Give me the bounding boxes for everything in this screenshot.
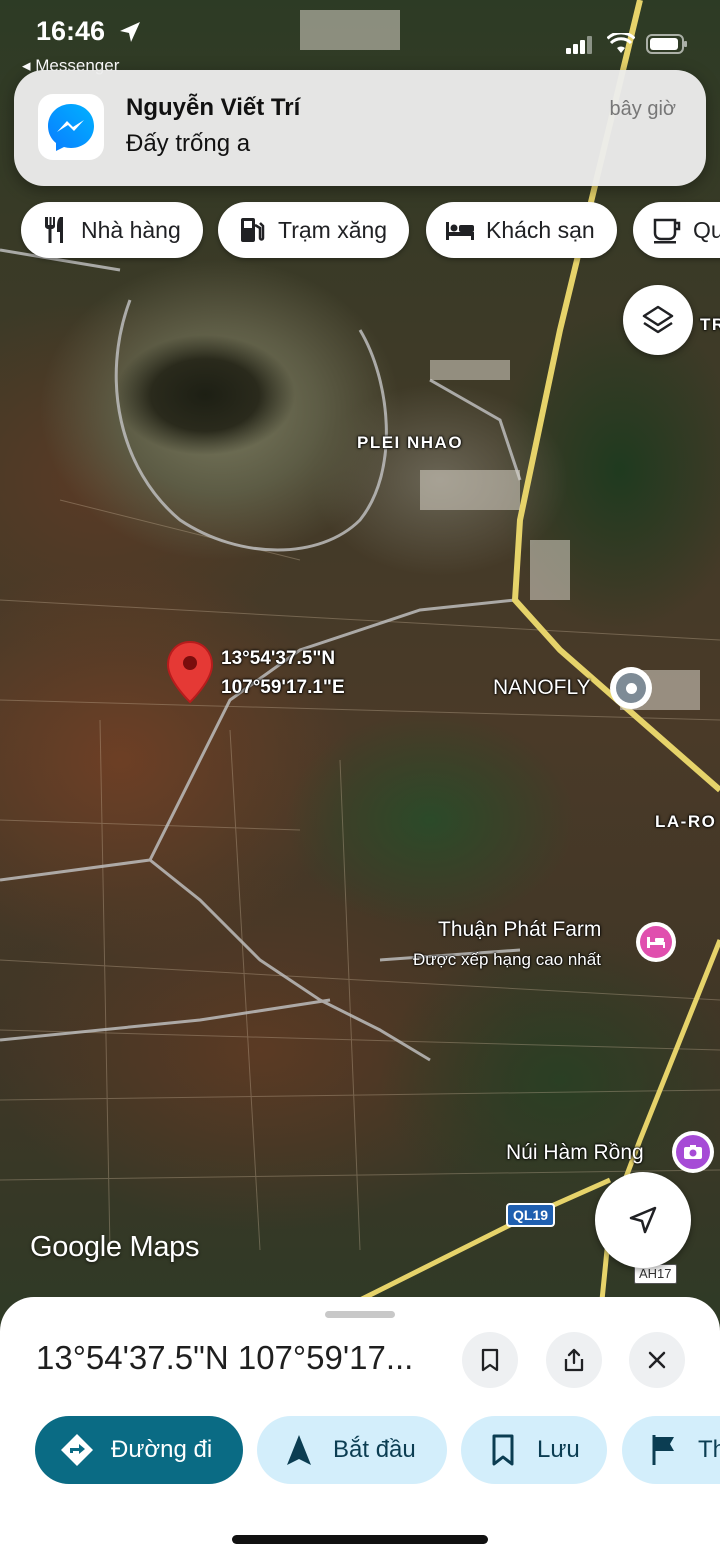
share-button[interactable] xyxy=(546,1332,602,1388)
bookmark-icon xyxy=(481,1348,499,1372)
navigation-icon xyxy=(287,1435,311,1465)
chip-label: Khách sạn xyxy=(486,216,595,243)
map-label-tr[interactable]: TR xyxy=(700,315,720,335)
messenger-icon xyxy=(38,94,104,160)
sheet-drag-handle[interactable] xyxy=(325,1311,395,1318)
directions-button[interactable]: Đường đi xyxy=(35,1416,243,1484)
directions-label: Đường đi xyxy=(111,1436,213,1463)
my-location-button[interactable] xyxy=(595,1172,691,1268)
battery-icon xyxy=(646,34,687,54)
layers-icon xyxy=(642,305,674,334)
save-place-button[interactable] xyxy=(462,1332,518,1388)
status-bar: 16:46 ◂ Messenger xyxy=(0,0,720,75)
google-maps-logo: Google Maps xyxy=(30,1231,200,1263)
chip-restaurants[interactable]: Nhà hàng xyxy=(21,202,203,258)
wifi-icon xyxy=(607,33,635,53)
save-label: Lưu xyxy=(537,1436,580,1463)
map-label-plei-nhao[interactable]: PLEI NHAO xyxy=(357,433,463,453)
start-button[interactable]: Bắt đầu xyxy=(257,1416,447,1484)
map-label-thuan-phat-rating: Được xếp hạng cao nhất xyxy=(413,950,601,969)
notification-message: Đấy trống a xyxy=(126,130,251,157)
messenger-notification[interactable]: Nguyễn Viết Trí Đấy trống a bây giờ xyxy=(14,70,706,186)
label-button[interactable]: Th xyxy=(622,1416,720,1484)
place-marker-icon[interactable] xyxy=(610,667,652,709)
layers-button[interactable] xyxy=(623,285,693,355)
chip-hotels[interactable]: Khách sạn xyxy=(426,202,617,258)
chip-label: Trạm xăng xyxy=(278,216,388,243)
start-label: Bắt đầu xyxy=(333,1436,416,1463)
location-arrow-icon xyxy=(120,22,140,42)
place-bottom-sheet[interactable]: 13°54'37.5"N 107°59'17... Đường đi Bắt đ… xyxy=(0,1297,720,1558)
coffee-icon xyxy=(653,218,681,244)
notification-time: bây giờ xyxy=(609,98,676,120)
map-label-thuan-phat-farm[interactable]: Thuận Phát Farm xyxy=(438,918,601,942)
map-label-la-ro[interactable]: LA-RO xyxy=(655,812,716,832)
close-button[interactable] xyxy=(629,1332,685,1388)
map-label-nui-ham-rong[interactable]: Núi Hàm Rồng xyxy=(506,1141,644,1165)
road-shield-ql19: QL19 xyxy=(506,1203,556,1227)
restaurant-icon xyxy=(45,217,63,243)
close-icon xyxy=(648,1351,666,1369)
attraction-marker-icon[interactable] xyxy=(672,1131,714,1173)
home-indicator[interactable] xyxy=(232,1535,488,1544)
chip-label: Qu xyxy=(693,216,720,243)
chip-coffee[interactable]: Qu xyxy=(633,202,720,258)
map-roads xyxy=(0,0,720,1320)
map-view[interactable]: PLEI NHAO TR LA-RO 13°54'37.5"N 107°59'1… xyxy=(0,0,720,1320)
status-time: 16:46 xyxy=(36,16,106,46)
hotel-icon xyxy=(446,222,474,240)
flag-icon xyxy=(652,1435,674,1465)
gas-station-icon xyxy=(241,218,265,242)
save-button[interactable]: Lưu xyxy=(461,1416,607,1484)
location-pin-icon[interactable] xyxy=(166,640,214,704)
chip-label: Nhà hàng xyxy=(81,216,181,243)
notification-sender: Nguyễn Viết Trí xyxy=(126,94,301,121)
hotel-marker-icon[interactable] xyxy=(636,922,676,962)
pin-latitude-label: 13°54'37.5"N xyxy=(221,648,336,669)
place-title: 13°54'37.5"N 107°59'17... xyxy=(36,1339,414,1376)
share-icon xyxy=(564,1348,584,1372)
bookmark-icon xyxy=(492,1434,514,1466)
map-label-nanofly[interactable]: NANOFLY xyxy=(493,676,591,700)
signal-icon xyxy=(566,36,592,54)
chip-gas-stations[interactable]: Trạm xăng xyxy=(218,202,410,258)
label-label: Th xyxy=(698,1436,720,1463)
navigation-arrow-icon xyxy=(629,1206,657,1234)
directions-icon xyxy=(61,1434,93,1466)
pin-longitude-label: 107°59'17.1"E xyxy=(221,677,345,698)
